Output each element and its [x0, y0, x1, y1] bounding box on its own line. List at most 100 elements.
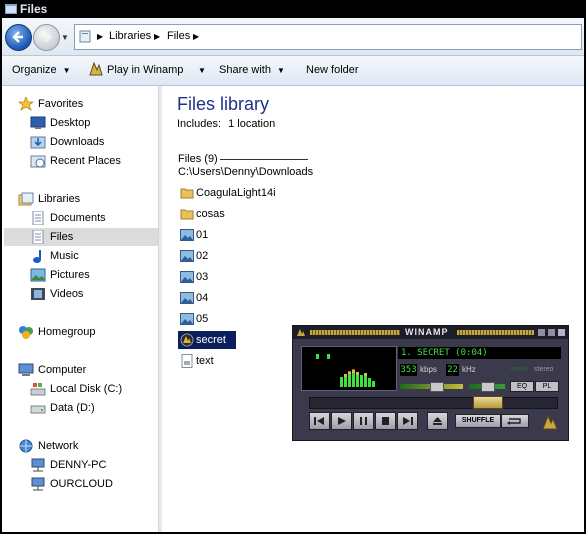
nav-item-videos[interactable]: Videos — [30, 285, 150, 303]
next-button[interactable] — [397, 412, 418, 430]
nav-homegroup[interactable]: Homegroup — [18, 323, 148, 341]
play-button[interactable] — [331, 412, 352, 430]
song-title-display[interactable]: 1. SECRET (0:04) — [398, 347, 561, 359]
playlist-toggle-button[interactable]: PL — [535, 381, 559, 392]
nav-item-recent-places[interactable]: Recent Places — [30, 152, 150, 170]
repeat-icon — [507, 418, 521, 425]
winamp-logo-icon[interactable] — [541, 414, 559, 430]
file-item[interactable]: 04 — [178, 289, 288, 307]
nav-computer[interactable]: Computer — [18, 361, 148, 379]
file-item[interactable]: text — [178, 352, 288, 370]
includes-locations-link[interactable]: 1 location — [228, 118, 275, 130]
file-item[interactable]: CoagulaLight14i — [178, 184, 288, 202]
title-grip — [457, 330, 534, 335]
recent-pages-dropdown[interactable]: ▼ — [61, 33, 69, 42]
shuffle-button[interactable]: SHUFFLE — [455, 414, 501, 428]
library-title: Files library — [177, 94, 270, 114]
winamp-title-bar[interactable]: WINAMP — [293, 326, 568, 339]
file-item-selected[interactable]: secret — [178, 331, 236, 349]
seek-knob[interactable] — [473, 396, 503, 409]
file-item[interactable]: 03 — [178, 268, 288, 286]
nav-item-data-drive[interactable]: Data (D:) — [30, 399, 150, 417]
breadcrumb-separator-icon[interactable]: ▶ — [97, 32, 103, 41]
nav-item-documents[interactable]: Documents — [30, 209, 150, 227]
nav-item-label: DENNY-PC — [50, 459, 107, 471]
file-name: 04 — [196, 292, 209, 304]
seek-bar[interactable] — [309, 397, 558, 409]
nav-item-pictures[interactable]: Pictures — [30, 266, 150, 284]
address-bar-area: ▼ ▶ Libraries ▶ Files ▶ — [2, 18, 584, 56]
pl-label: PL — [542, 383, 552, 390]
organize-button[interactable]: Organize ▼ — [12, 64, 71, 76]
winamp-player[interactable]: WINAMP 1. SECRET (0:04) 353 kbps 22 kHz … — [292, 325, 569, 441]
new-folder-button[interactable]: New folder — [306, 64, 359, 76]
nav-item-local-disk[interactable]: Local Disk (C:) — [30, 380, 150, 398]
nav-item-denny-pc[interactable]: DENNY-PC — [30, 456, 150, 474]
group-header[interactable]: Files (9) — [178, 153, 218, 165]
eject-button[interactable] — [427, 412, 448, 430]
file-item[interactable]: cosas — [178, 205, 288, 223]
nav-item-downloads[interactable]: Downloads — [30, 133, 150, 151]
nav-item-label: Music — [50, 250, 79, 262]
nav-libraries[interactable]: Libraries — [18, 190, 148, 208]
folder-icon — [180, 188, 194, 199]
pictures-icon — [30, 268, 46, 282]
volume-knob[interactable] — [430, 382, 444, 392]
includes-line: Includes: 1 location — [177, 118, 275, 130]
repeat-button[interactable] — [501, 414, 529, 428]
title-grip — [310, 330, 400, 335]
videos-icon — [31, 288, 45, 300]
file-name: 05 — [196, 313, 209, 325]
drive-icon — [30, 405, 46, 414]
balance-knob[interactable] — [481, 382, 495, 392]
forward-button[interactable] — [33, 24, 60, 51]
winamp-menu-icon[interactable] — [296, 328, 306, 337]
winamp-icon — [89, 61, 103, 76]
back-button[interactable] — [5, 24, 32, 51]
nav-item-music[interactable]: Music — [30, 247, 150, 265]
file-name: 01 — [196, 229, 209, 241]
local-disk-icon — [30, 383, 46, 396]
file-name: 02 — [196, 250, 209, 262]
file-item[interactable]: 05 — [178, 310, 288, 328]
nav-item-ourcloud[interactable]: OURCLOUD — [30, 475, 150, 493]
share-with-button[interactable]: Share with ▼ — [219, 64, 285, 76]
nav-network[interactable]: Network — [18, 437, 148, 455]
pause-button[interactable] — [353, 412, 374, 430]
close-icon[interactable] — [558, 329, 565, 336]
nav-item-files[interactable]: Files — [4, 228, 158, 246]
chevron-down-icon: ▼ — [62, 66, 71, 75]
star-icon — [18, 97, 34, 111]
equalizer-toggle-button[interactable]: EQ — [510, 381, 534, 392]
stop-button[interactable] — [375, 412, 396, 430]
previous-button[interactable] — [309, 412, 330, 430]
title-bar[interactable]: Files — [2, 0, 584, 18]
homegroup-icon — [19, 326, 33, 339]
play-in-winamp-label: Play in Winamp — [107, 64, 184, 76]
image-file-icon — [180, 250, 194, 262]
breadcrumb-dropdown-icon[interactable]: ▶ — [193, 32, 199, 41]
nav-item-label: Desktop — [50, 117, 91, 129]
address-field[interactable]: ▶ Libraries ▶ Files ▶ — [74, 24, 582, 50]
image-file-icon — [180, 229, 194, 241]
shade-icon[interactable] — [548, 329, 555, 336]
nav-libraries-label: Libraries — [38, 193, 81, 205]
breadcrumb-files[interactable]: Files — [167, 30, 190, 42]
visualizer-display[interactable] — [301, 346, 397, 391]
previous-icon — [314, 417, 324, 425]
file-name: 03 — [196, 271, 209, 283]
organize-label: Organize — [12, 64, 57, 76]
folder-icon — [180, 209, 194, 220]
nav-item-desktop[interactable]: Desktop — [30, 114, 150, 132]
breadcrumb-separator-icon[interactable]: ▶ — [154, 32, 160, 41]
breadcrumb-libraries[interactable]: Libraries — [109, 30, 151, 42]
file-name: secret — [196, 334, 226, 346]
group-path: C:\Users\Denny\Downloads — [178, 166, 314, 178]
file-item[interactable]: 01 — [178, 226, 288, 244]
file-item[interactable]: 02 — [178, 247, 288, 265]
stop-icon — [382, 417, 389, 425]
downloads-icon — [30, 136, 46, 149]
minimize-icon[interactable] — [538, 329, 545, 336]
file-name: text — [196, 355, 214, 367]
nav-favorites[interactable]: Favorites — [18, 95, 148, 113]
